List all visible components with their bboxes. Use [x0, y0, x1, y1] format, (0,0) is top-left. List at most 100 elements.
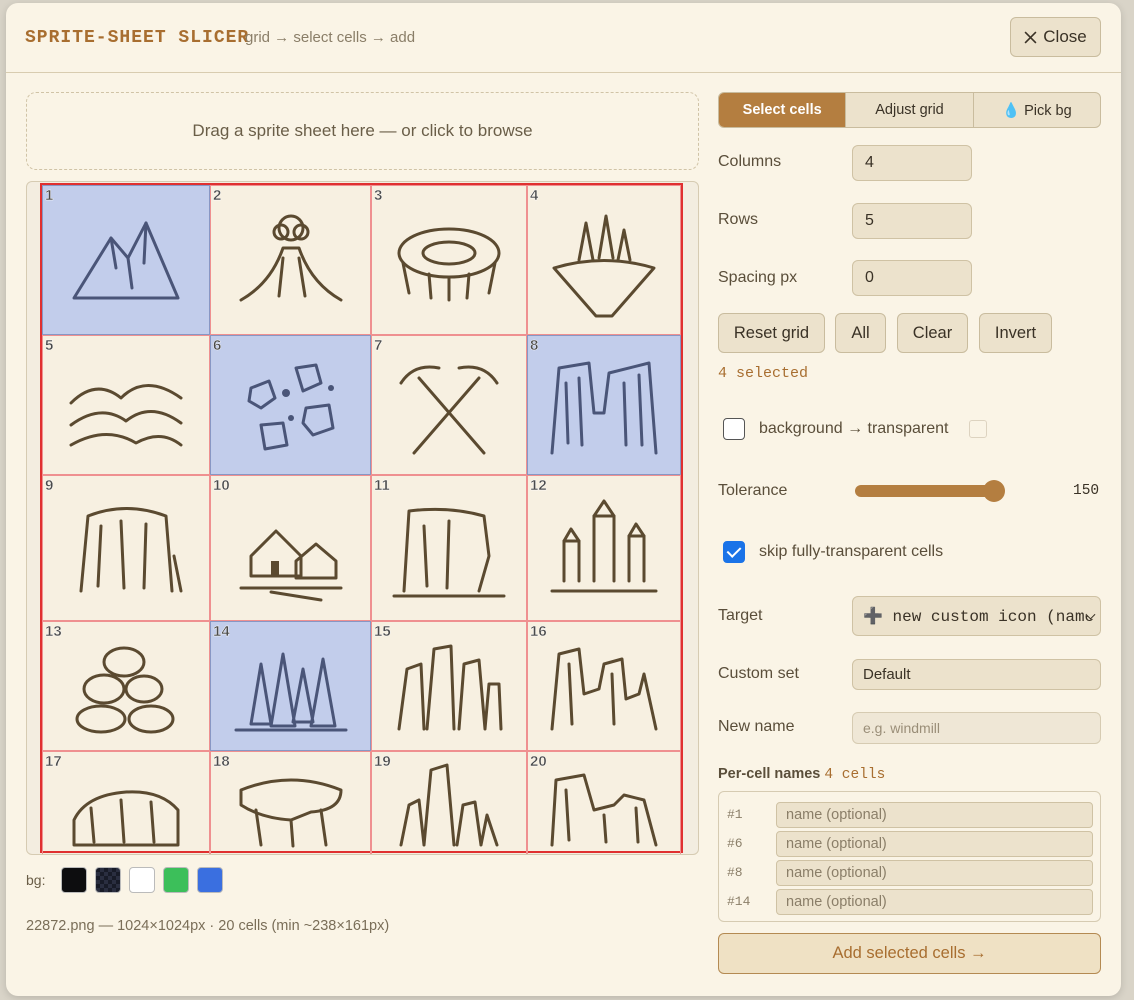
sheet-cell[interactable]: 2: [210, 185, 371, 335]
skip-transparent-checkbox[interactable]: [723, 541, 745, 563]
close-label: Close: [1043, 27, 1087, 46]
bg-swatch[interactable]: [129, 867, 156, 893]
tolerance-slider-thumb[interactable]: [983, 480, 1005, 502]
cell-number: 3: [374, 187, 383, 204]
sheet-cell[interactable]: 20: [527, 751, 681, 854]
selected-count: 4 selected: [718, 365, 809, 382]
per-cell-title: Per-cell names: [718, 766, 821, 782]
per-cell-row: #1 name (optional): [719, 802, 1100, 828]
sheet-cell[interactable]: 15: [371, 621, 527, 751]
bg-swatch[interactable]: [95, 867, 122, 893]
close-icon: [1024, 31, 1037, 43]
sheet-cell[interactable]: 11: [371, 475, 527, 621]
new-name-input[interactable]: e.g. windmill: [852, 712, 1101, 744]
spacing-label: Spacing px: [718, 269, 798, 286]
sheet-cell[interactable]: 12: [527, 475, 681, 621]
mountains-icon: [72, 221, 180, 300]
sheet-cell[interactable]: 14: [210, 621, 371, 751]
bg-swatch[interactable]: [197, 867, 224, 893]
per-cell-heading: Per-cell names 4 cells: [718, 766, 885, 783]
per-cell-name-input[interactable]: name (optional): [776, 889, 1093, 915]
bg-swatch[interactable]: [61, 867, 88, 893]
custom-set-select[interactable]: Default: [852, 659, 1101, 690]
cell-number: 11: [374, 477, 390, 494]
rock-formation-icon: [550, 647, 658, 731]
custom-set-label: Custom set: [718, 665, 799, 682]
mode-tabs: Select cells Adjust grid 💧 Pick bg: [718, 92, 1101, 128]
mode-tab[interactable]: Select cells: [719, 93, 847, 127]
close-button[interactable]: Close: [1010, 17, 1101, 57]
sheet-cell[interactable]: 5: [42, 335, 210, 475]
volcano-icon: [239, 214, 342, 302]
cell-number: 1: [45, 187, 54, 204]
clear-selection-button[interactable]: Clear: [897, 313, 968, 353]
tolerance-slider-track[interactable]: [855, 485, 1003, 497]
sheet-cell[interactable]: 1: [42, 185, 210, 335]
invert-selection-button[interactable]: Invert: [979, 313, 1052, 353]
per-cell-row: #6 name (optional): [719, 831, 1100, 857]
per-cell-count: 4 cells: [824, 767, 886, 783]
mode-tab[interactable]: Adjust grid: [846, 93, 974, 127]
mode-tab[interactable]: 💧 Pick bg: [974, 93, 1100, 127]
rows-label: Rows: [718, 211, 759, 228]
sheet-cell[interactable]: 8: [527, 335, 681, 475]
sheet-cell[interactable]: 13: [42, 621, 210, 751]
cliff-icon: [392, 507, 506, 598]
sheet-cell[interactable]: 10: [210, 475, 371, 621]
sheet-cell[interactable]: 9: [42, 475, 210, 621]
file-info: 22872.png — 1024×1024px · 20 cells (min …: [26, 918, 390, 934]
target-select[interactable]: ➕ new custom icon (name: [852, 596, 1101, 636]
sheet-grid: 1 2 3 4 5 6 7 8 9 10 11 12 13 14 15 16 17 18 19 20: [40, 183, 683, 854]
crossed-pickaxes-icon: [399, 365, 499, 455]
boulders-icon: [247, 363, 334, 451]
sheet-cell[interactable]: 18: [210, 751, 371, 854]
sheet-cell[interactable]: 17: [42, 751, 210, 854]
per-cell-name-input[interactable]: name (optional): [776, 831, 1093, 857]
dialog-subtitle: grid → select cells → add: [245, 29, 416, 46]
add-selected-cells-button[interactable]: Add selected cells →: [718, 933, 1101, 974]
select-all-button[interactable]: All: [835, 313, 886, 353]
floating-island-icon: [552, 214, 656, 318]
crags-icon: [399, 763, 499, 847]
slicer-dialog: SPRITE-SHEET SLICER grid → select cells …: [6, 3, 1121, 996]
reset-grid-button[interactable]: Reset grid: [718, 313, 825, 353]
dialog-header: SPRITE-SHEET SLICER grid → select cells …: [6, 3, 1121, 73]
castle-icon: [550, 499, 658, 593]
per-cell-id: #8: [727, 865, 743, 880]
sheet-cell[interactable]: 4: [527, 185, 681, 335]
sheet-cell[interactable]: 7: [371, 335, 527, 475]
columns-input[interactable]: 4: [852, 145, 972, 181]
file-dropzone[interactable]: Drag a sprite sheet here — or click to b…: [26, 92, 699, 170]
village-icon: [239, 529, 342, 602]
cell-number: 8: [530, 337, 539, 354]
per-cell-row: #14 name (optional): [719, 889, 1100, 915]
target-label: Target: [718, 607, 763, 624]
per-cell-id: #6: [727, 836, 743, 851]
bg-color-swatch[interactable]: [969, 420, 987, 438]
sheet-cell[interactable]: 19: [371, 751, 527, 854]
columns-label: Columns: [718, 153, 782, 170]
per-cell-row: #8 name (optional): [719, 860, 1100, 886]
sheet-cell[interactable]: 16: [527, 621, 681, 751]
mesa-icon: [79, 506, 183, 593]
crater-icon: [397, 227, 501, 302]
per-cell-name-input[interactable]: name (optional): [776, 802, 1093, 828]
sheet-cell[interactable]: 3: [371, 185, 527, 335]
rows-input[interactable]: 5: [852, 203, 972, 239]
skip-transparent-label: skip fully-transparent cells: [759, 543, 944, 560]
tolerance-value: 150: [1073, 483, 1100, 499]
cell-number: 6: [213, 337, 222, 354]
rock-spires-icon: [397, 644, 503, 731]
rock-ledge-icon: [239, 778, 342, 848]
per-cell-name-input[interactable]: name (optional): [776, 860, 1093, 886]
bg-transparent-label: background → transparent: [759, 420, 949, 437]
ridge-icon: [550, 773, 658, 847]
sheet-cell[interactable]: 6: [210, 335, 371, 475]
cell-number: 2: [213, 187, 222, 204]
per-cell-id: #14: [727, 894, 751, 909]
cell-number: 5: [45, 337, 54, 354]
spacing-input[interactable]: 0: [852, 260, 972, 296]
hills-icon: [69, 383, 183, 447]
bg-transparent-checkbox[interactable]: [723, 418, 745, 440]
bg-swatch[interactable]: [163, 867, 190, 893]
